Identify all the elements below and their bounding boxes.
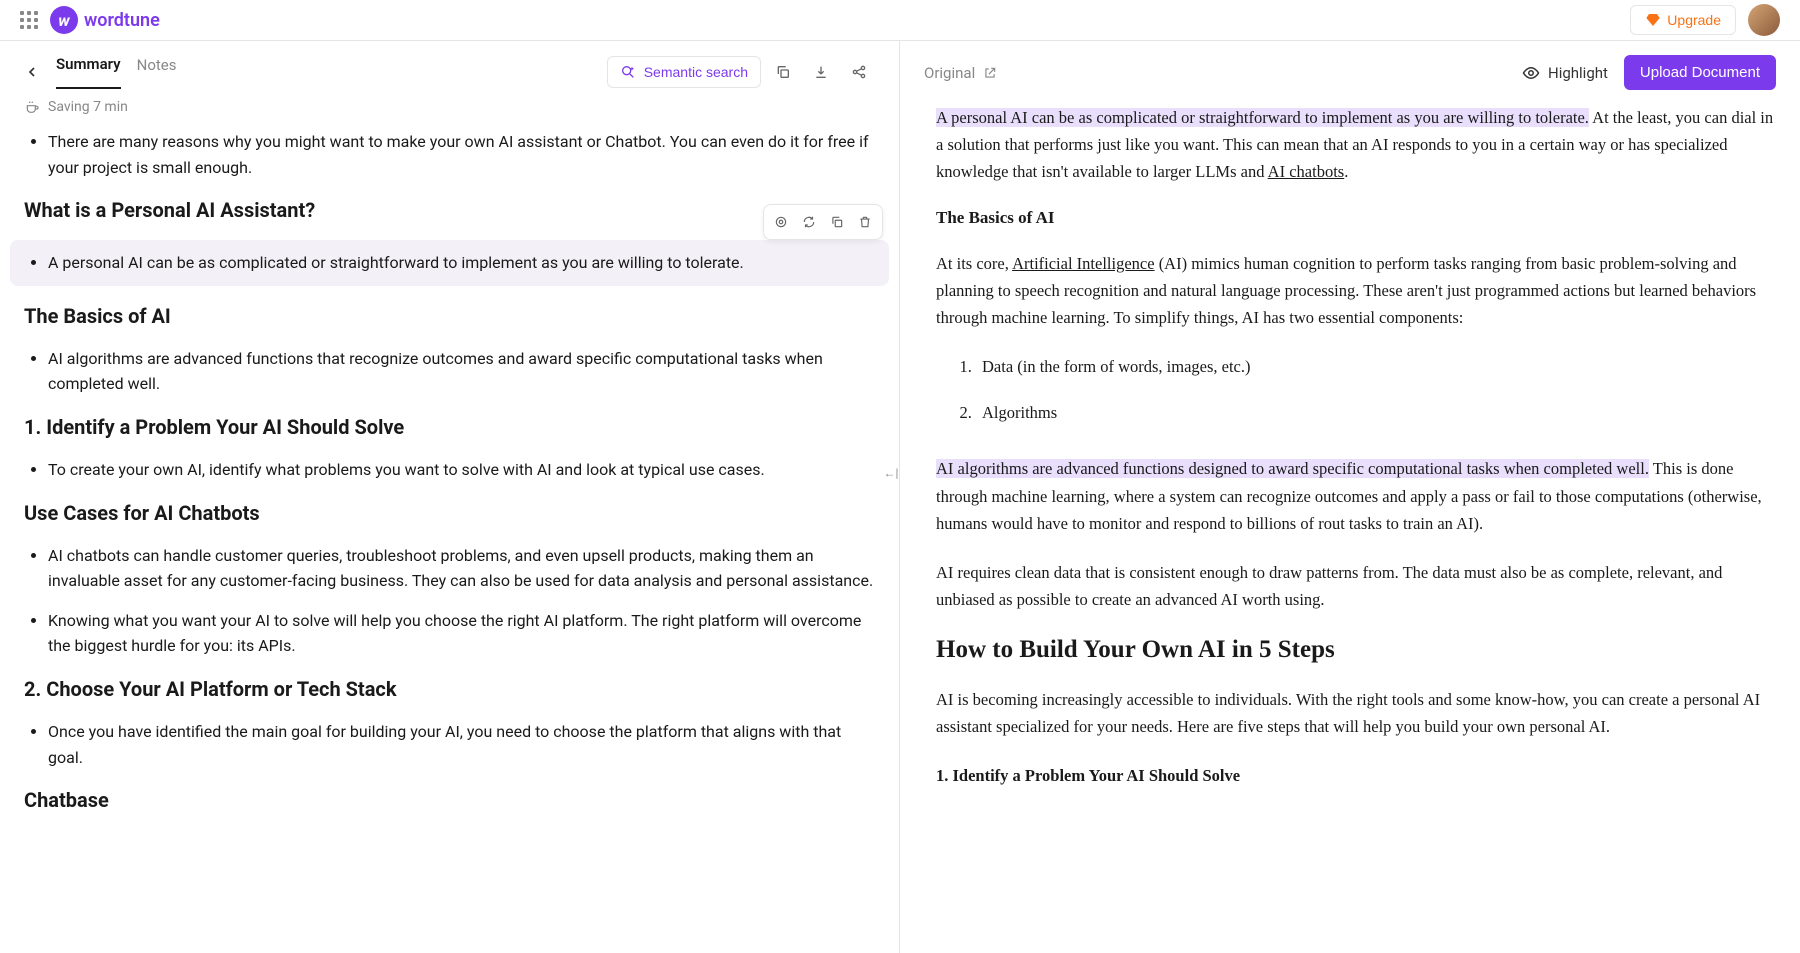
sparkle-search-icon bbox=[620, 64, 636, 80]
share-button[interactable] bbox=[843, 56, 875, 88]
summary-bullet-choose: Once you have identified the main goal f… bbox=[48, 719, 875, 770]
doc-paragraph-1: A personal AI can be as complicated or s… bbox=[936, 104, 1776, 186]
regenerate-action[interactable] bbox=[796, 209, 822, 235]
summary-heading-basics: The Basics of AI bbox=[24, 304, 875, 328]
doc-paragraph-5: AI is becoming increasingly accessible t… bbox=[936, 686, 1776, 740]
doc-link-chatbots[interactable]: AI chatbots bbox=[1268, 162, 1345, 181]
logo-mark-icon: w bbox=[50, 6, 78, 34]
summary-bullet-identify: To create your own AI, identify what pro… bbox=[48, 457, 875, 483]
header-left: w wordtune bbox=[20, 6, 160, 34]
doc-p1-end: . bbox=[1344, 162, 1348, 181]
document-content[interactable]: A personal AI can be as complicated or s… bbox=[900, 104, 1800, 953]
doc-heading-build: How to Build Your Own AI in 5 Steps bbox=[936, 636, 1776, 664]
header-right: Upgrade bbox=[1630, 4, 1780, 36]
summary-heading-what-is: What is a Personal AI Assistant? bbox=[24, 198, 875, 222]
copy-icon bbox=[830, 215, 844, 229]
summary-bullet-algorithms: AI algorithms are advanced functions tha… bbox=[48, 346, 875, 397]
download-icon bbox=[813, 64, 829, 80]
summary-heading-usecases: Use Cases for AI Chatbots bbox=[24, 501, 875, 525]
summary-content[interactable]: There are many reasons why you might wan… bbox=[0, 129, 899, 953]
original-text: Original bbox=[924, 64, 975, 82]
doc-p2-a: At its core, bbox=[936, 254, 1012, 273]
saving-text: Saving 7 min bbox=[48, 99, 128, 115]
doc-paragraph-4: AI requires clean data that is consisten… bbox=[936, 559, 1776, 613]
summary-bullet-usecase1: AI chatbots can handle customer queries,… bbox=[48, 543, 875, 594]
summary-bullet-usecase2: Knowing what you want your AI to solve w… bbox=[48, 608, 875, 659]
semantic-search-button[interactable]: Semantic search bbox=[607, 56, 761, 88]
external-link-icon[interactable] bbox=[983, 66, 997, 80]
toolbar-actions: Semantic search bbox=[607, 56, 875, 88]
document-toolbar: Original Highlight Upload Document bbox=[900, 41, 1800, 104]
summary-toolbar: Summary Notes Semantic search bbox=[0, 41, 899, 89]
doc-components-list: Data (in the form of words, images, etc.… bbox=[936, 353, 1776, 427]
tab-notes[interactable]: Notes bbox=[137, 56, 177, 88]
summary-heading-choose: 2. Choose Your AI Platform or Tech Stack bbox=[24, 677, 875, 701]
upgrade-label: Upgrade bbox=[1667, 12, 1721, 28]
back-icon[interactable] bbox=[24, 64, 40, 80]
doc-list-item-algorithms: Algorithms bbox=[976, 399, 1776, 427]
top-header: w wordtune Upgrade bbox=[0, 0, 1800, 41]
doc-paragraph-3: AI algorithms are advanced functions des… bbox=[936, 455, 1776, 537]
coffee-icon bbox=[24, 99, 40, 115]
highlight-label: Highlight bbox=[1548, 64, 1608, 82]
doc-cut-heading: 1. Identify a Problem Your AI Should Sol… bbox=[936, 762, 1776, 789]
copy-button[interactable] bbox=[767, 56, 799, 88]
upload-document-button[interactable]: Upload Document bbox=[1624, 55, 1776, 90]
doc-highlight-1: A personal AI can be as complicated or s… bbox=[936, 108, 1589, 127]
refresh-icon bbox=[802, 215, 816, 229]
apps-grid-icon[interactable] bbox=[20, 11, 38, 29]
saving-status: Saving 7 min bbox=[0, 89, 899, 129]
document-panel: ←| Original Highlight Upload Document A … bbox=[900, 41, 1800, 953]
item-hover-actions bbox=[763, 204, 883, 240]
brand-logo[interactable]: w wordtune bbox=[50, 6, 160, 34]
main-split: Summary Notes Semantic search bbox=[0, 41, 1800, 953]
summary-heading-chatbase: Chatbase bbox=[24, 788, 875, 812]
copy-icon bbox=[775, 64, 791, 80]
collapse-handle[interactable]: ←| bbox=[882, 461, 900, 485]
document-actions: Highlight Upload Document bbox=[1522, 55, 1776, 90]
trash-icon bbox=[858, 215, 872, 229]
summary-bullet-personal: A personal AI can be as complicated or s… bbox=[48, 250, 875, 276]
brand-name: wordtune bbox=[84, 10, 160, 31]
original-label: Original bbox=[924, 64, 997, 82]
target-action[interactable] bbox=[768, 209, 794, 235]
target-icon bbox=[774, 215, 788, 229]
upgrade-button[interactable]: Upgrade bbox=[1630, 5, 1736, 35]
highlight-toggle[interactable]: Highlight bbox=[1522, 64, 1608, 82]
share-icon bbox=[851, 64, 867, 80]
doc-heading-basics: The Basics of AI bbox=[936, 208, 1776, 228]
doc-list-item-data: Data (in the form of words, images, etc.… bbox=[976, 353, 1776, 381]
tabs-nav: Summary Notes bbox=[24, 55, 176, 89]
copy-item-action[interactable] bbox=[824, 209, 850, 235]
summary-intro-bullet: There are many reasons why you might wan… bbox=[48, 129, 875, 180]
doc-paragraph-2: At its core, Artificial Intelligence (AI… bbox=[936, 250, 1776, 332]
semantic-search-label: Semantic search bbox=[644, 64, 748, 80]
delete-item-action[interactable] bbox=[852, 209, 878, 235]
diamond-icon bbox=[1645, 12, 1661, 28]
summary-selected-item[interactable]: A personal AI can be as complicated or s… bbox=[10, 240, 889, 286]
tab-summary[interactable]: Summary bbox=[56, 55, 121, 89]
doc-link-ai[interactable]: Artificial Intelligence bbox=[1012, 254, 1154, 273]
download-button[interactable] bbox=[805, 56, 837, 88]
doc-highlight-2: AI algorithms are advanced functions des… bbox=[936, 459, 1649, 478]
eye-icon bbox=[1522, 64, 1540, 82]
summary-heading-identify: 1. Identify a Problem Your AI Should Sol… bbox=[24, 415, 875, 439]
summary-panel: Summary Notes Semantic search bbox=[0, 41, 900, 953]
user-avatar[interactable] bbox=[1748, 4, 1780, 36]
